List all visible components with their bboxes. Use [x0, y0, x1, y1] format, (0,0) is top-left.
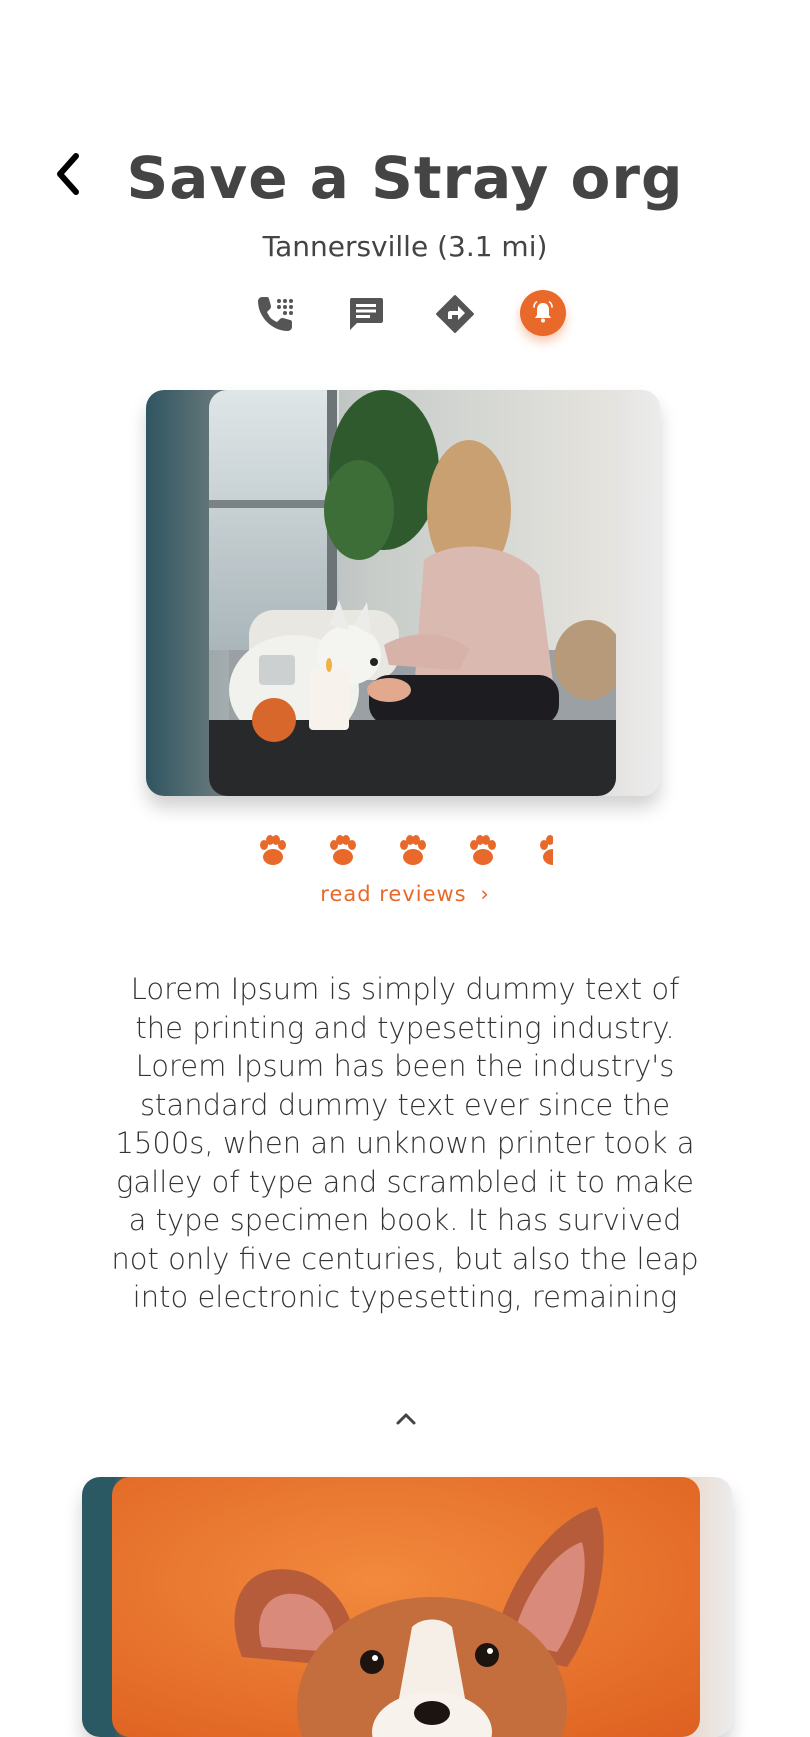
page-title: Save a Stray org	[126, 144, 684, 212]
corgi-puppy-image	[112, 1477, 700, 1737]
photo-card	[209, 390, 616, 796]
paw-icon	[400, 835, 426, 865]
photo-card-2	[112, 1477, 700, 1737]
call-button[interactable]	[252, 290, 300, 338]
read-reviews-label: read reviews	[320, 882, 467, 906]
woman-with-dog-image	[209, 390, 616, 796]
phone-icon	[258, 297, 293, 331]
half-paw	[535, 833, 553, 869]
collapse-button[interactable]	[392, 1408, 420, 1428]
photo-carousel-2[interactable]	[82, 1477, 732, 1737]
paw-half-icon	[540, 835, 553, 865]
paw-rating	[255, 833, 555, 873]
description-text: Lorem Ipsum is simply dummy text of the …	[111, 972, 699, 1314]
directions-button[interactable]	[431, 290, 479, 338]
chevron-up-icon	[396, 1413, 416, 1425]
read-reviews-link[interactable]: read reviews ›	[0, 882, 810, 906]
message-button[interactable]	[342, 290, 390, 338]
location-distance: Tannersville (3.1 mi)	[262, 230, 548, 263]
action-bar	[250, 290, 570, 340]
photo-carousel[interactable]	[146, 390, 660, 796]
chevron-right-icon: ›	[480, 882, 490, 906]
paw-icon	[260, 835, 286, 865]
bell-alert-icon	[533, 301, 553, 323]
directions-icon	[436, 295, 474, 333]
paw-icon	[330, 835, 356, 865]
paw-icon	[470, 835, 496, 865]
message-icon	[350, 298, 383, 330]
alert-button[interactable]	[520, 290, 566, 336]
